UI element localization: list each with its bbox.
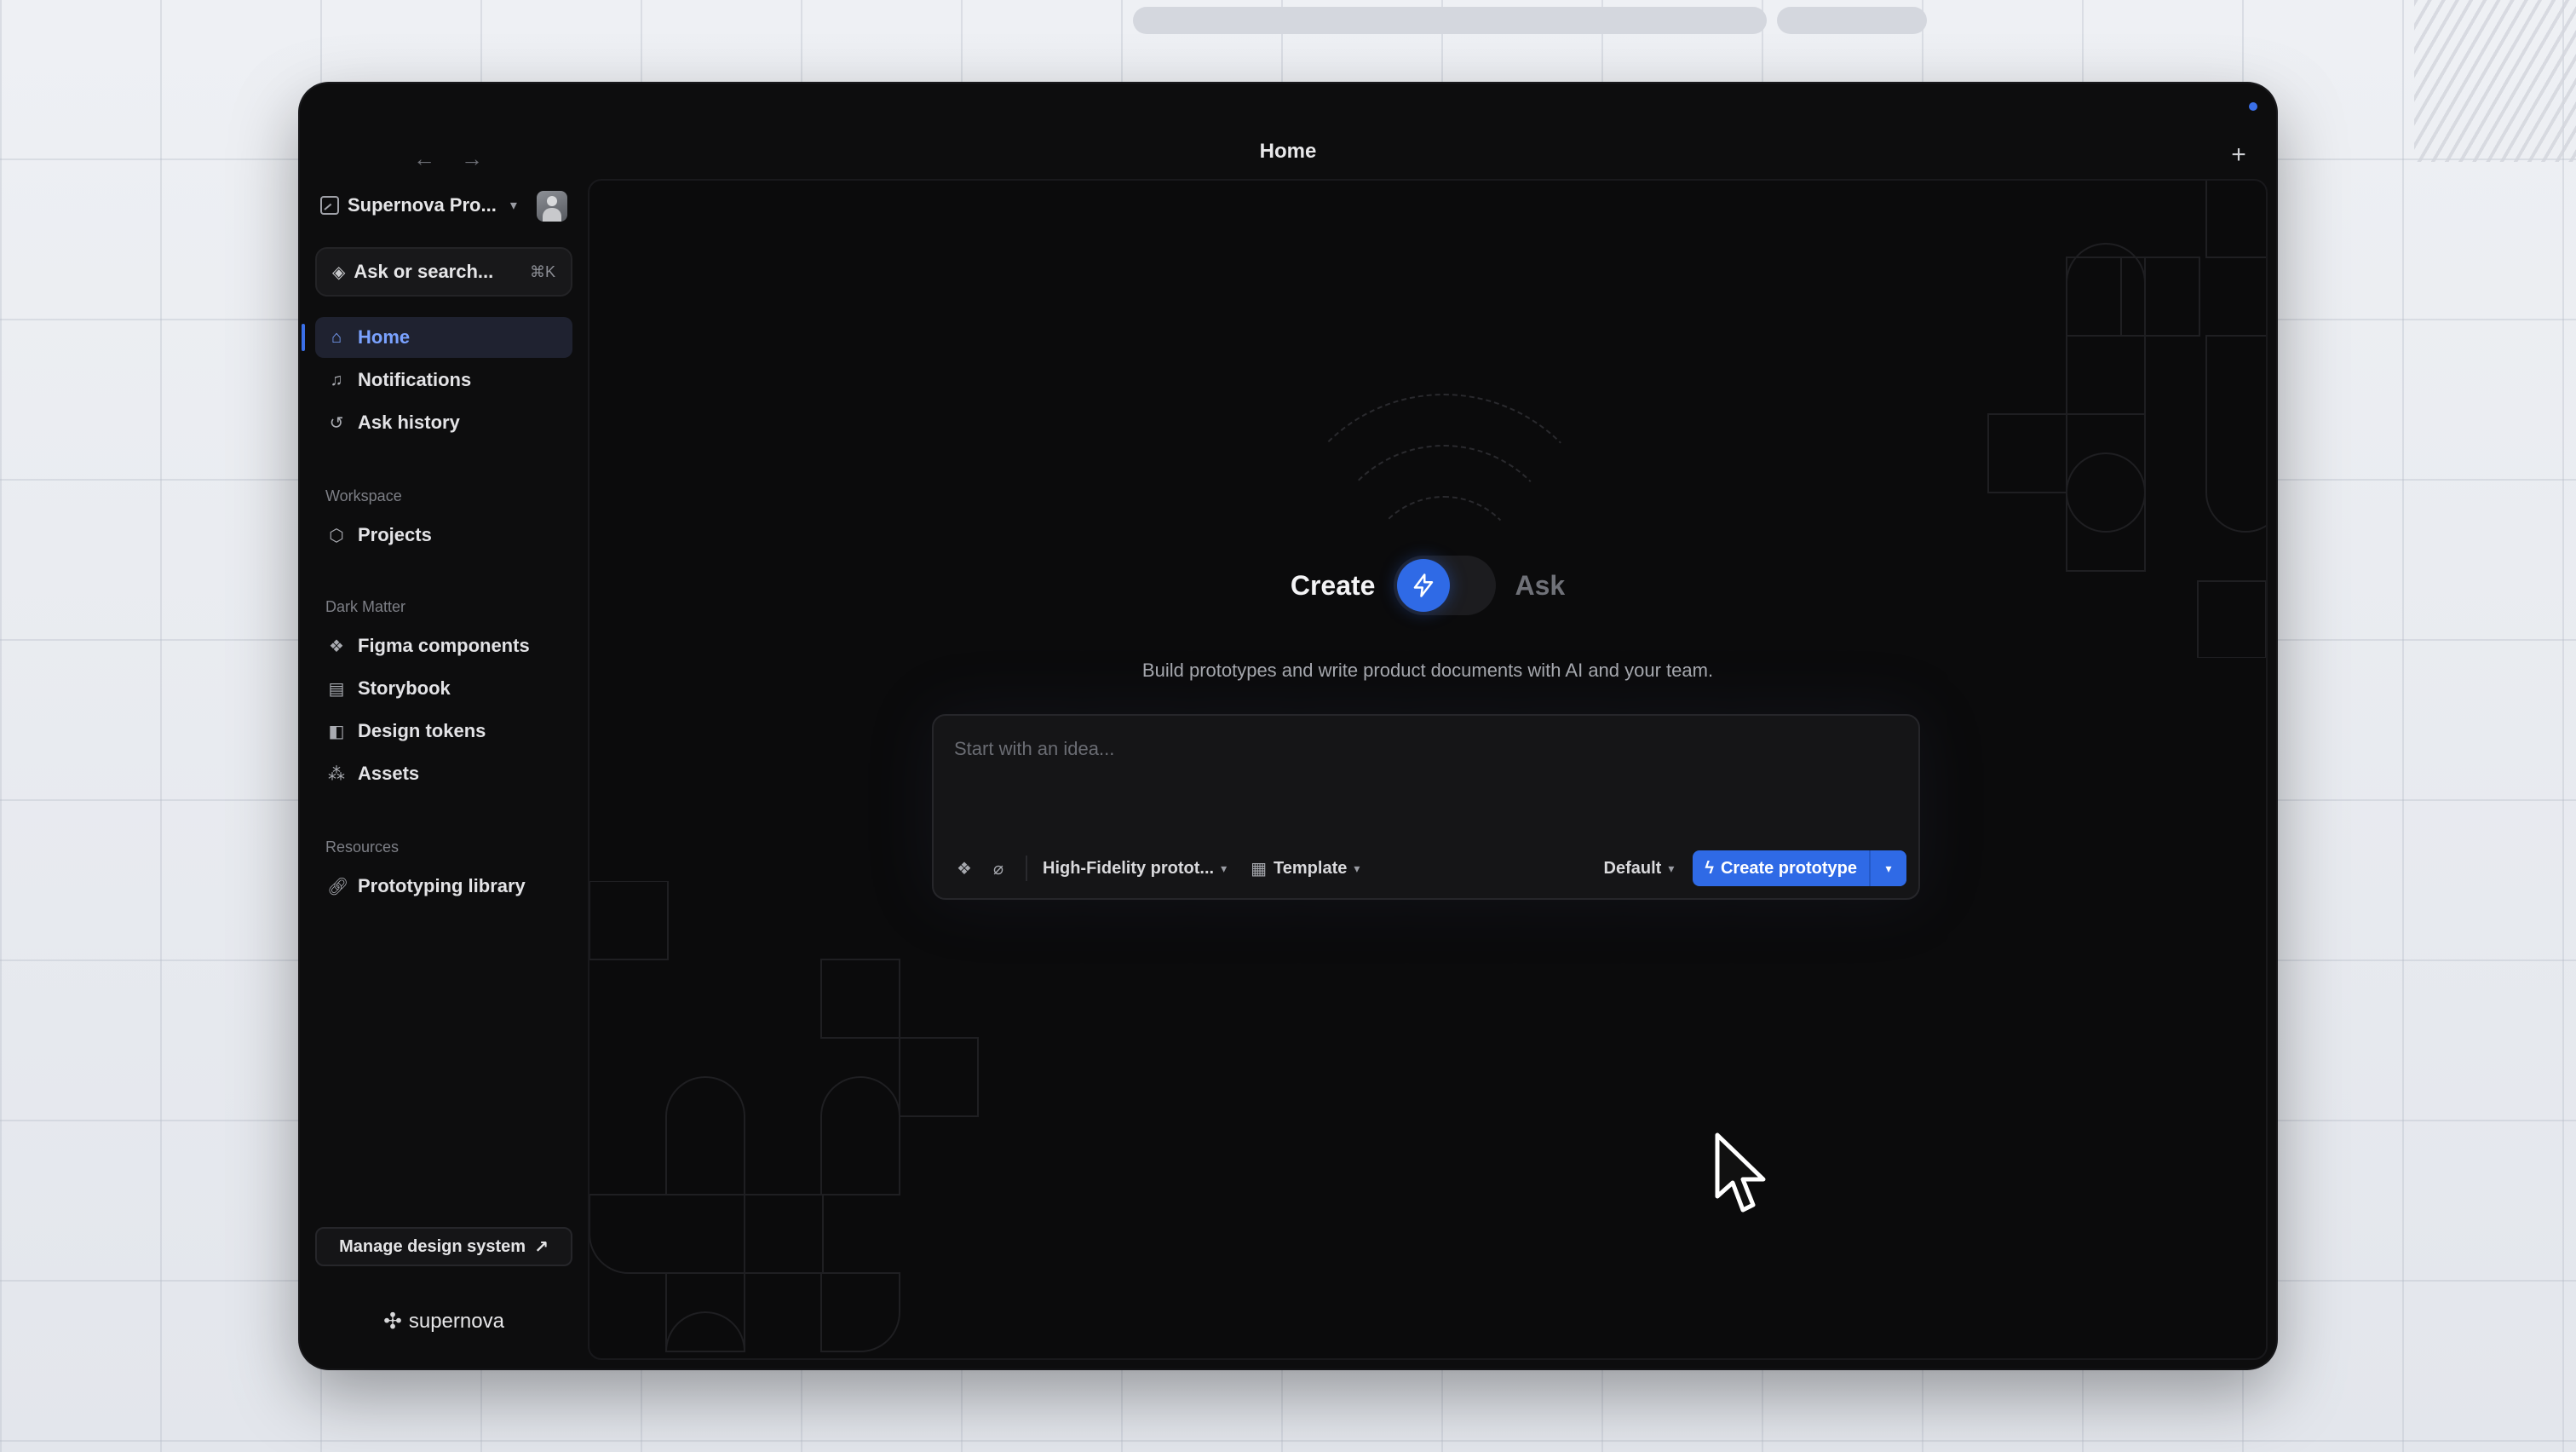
divider [1026, 856, 1027, 881]
lightning-icon: ϟ [1705, 858, 1714, 878]
sidebar-item-label: Assets [358, 763, 420, 784]
sidebar-item-label: Figma components [358, 635, 530, 656]
status-indicator [2249, 102, 2257, 111]
figma-icon[interactable]: ❖ [947, 851, 981, 885]
keyboard-shortcut: ⌘K [529, 262, 555, 280]
fidelity-select-label: High-Fidelity protot... [1043, 858, 1215, 878]
sidebar-item-assets[interactable]: ⁂ Assets [315, 753, 572, 794]
section-title-dark-matter: Dark Matter [325, 598, 406, 615]
section-title-workspace: Workspace [325, 487, 402, 504]
book-icon: ▤ [328, 679, 345, 699]
chevron-down-icon: ▾ [1668, 861, 1675, 875]
template-icon: ▦ [1251, 859, 1268, 879]
search-input[interactable]: ◈ Ask or search... ⌘K [315, 247, 572, 297]
search-placeholder: Ask or search... [354, 261, 494, 282]
title-bar: ← → Home + [300, 84, 2276, 179]
sidebar-item-label: Storybook [358, 677, 451, 699]
create-prototype-button-group: ϟ Create prototype ▾ [1693, 850, 1906, 886]
team-switcher[interactable]: Supernova Pro... ▾ [320, 184, 567, 227]
prompt-box[interactable]: Start with an idea... ❖ ⌀ High-Fidelity … [932, 714, 1920, 900]
sidebar-item-design-tokens[interactable]: ◧ Design tokens [315, 711, 572, 752]
bell-icon: ♫ [330, 370, 343, 389]
lightning-icon [1397, 559, 1451, 612]
cube-icon: ⬡ [329, 526, 344, 545]
brand-name: supernova [408, 1309, 504, 1333]
create-options-dropdown[interactable]: ▾ [1869, 850, 1906, 886]
sidebar-item-label: Ask history [358, 412, 460, 433]
section-title-resources: Resources [325, 838, 400, 856]
sidebar-item-home[interactable]: ⌂ Home [302, 317, 572, 358]
prompt-input[interactable]: Start with an idea... [954, 738, 1114, 760]
sidebar-item-label: Notifications [358, 369, 472, 390]
create-prototype-button[interactable]: ϟ Create prototype [1693, 850, 1869, 886]
sidebar-item-prototyping-library[interactable]: 🔗︎ Prototyping library [315, 866, 572, 907]
team-icon [320, 196, 339, 215]
main-panel: Create Ask Build prototypes and write pr… [588, 179, 2268, 1360]
mode-ask-label[interactable]: Ask [1515, 570, 1565, 602]
chevron-down-icon: ▾ [509, 199, 517, 213]
theme-select[interactable]: Default ▾ [1604, 859, 1675, 879]
assets-icon: ⁂ [328, 764, 345, 784]
sidebar-item-notifications[interactable]: ♫ Notifications [315, 360, 572, 400]
background-decoration [1777, 7, 1927, 34]
figma-icon: ❖ [329, 637, 344, 656]
supernova-logo-icon: ✣ [383, 1308, 402, 1334]
chevron-down-icon: ▾ [1354, 861, 1360, 875]
app-window: ← → Home + Supernova Pro... ▾ ◈ Ask or s… [300, 84, 2276, 1368]
manage-button-label: Manage design system [339, 1236, 526, 1256]
sparkle-icon: ◈ [332, 262, 346, 282]
sidebar-item-label: Projects [358, 524, 432, 545]
create-prototype-label: Create prototype [1720, 858, 1857, 878]
sidebar-item-storybook[interactable]: ▤ Storybook [315, 668, 572, 709]
sidebar-item-figma-components[interactable]: ❖ Figma components [315, 625, 572, 666]
mode-toggle-switch[interactable] [1394, 556, 1497, 615]
sidebar-item-label: Design tokens [358, 720, 486, 741]
history-icon: ↺ [329, 413, 344, 433]
template-select[interactable]: ▦ Template ▾ [1251, 858, 1360, 879]
external-link-icon: ↗ [534, 1237, 549, 1257]
theme-select-label: Default [1603, 858, 1662, 878]
hero-subtitle: Build prototypes and write product docum… [1141, 660, 1714, 681]
fidelity-select[interactable]: High-Fidelity protot... ▾ [1043, 859, 1227, 879]
home-icon: ⌂ [331, 327, 342, 347]
template-select-label: Template [1274, 858, 1348, 878]
hero: Create Ask Build prototypes and write pr… [589, 181, 2266, 1358]
background-decoration [1133, 7, 1767, 34]
manage-design-system-button[interactable]: Manage design system ↗ [315, 1227, 572, 1266]
plus-icon[interactable]: + [2222, 138, 2256, 172]
link-icon: 🔗︎ [327, 877, 349, 896]
mode-create-label[interactable]: Create [1291, 570, 1376, 602]
chevron-down-icon: ▾ [1221, 861, 1228, 875]
paperclip-icon[interactable]: ⌀ [981, 851, 1015, 885]
mouse-cursor-icon [1715, 1132, 1766, 1213]
sidebar-item-ask-history[interactable]: ↺ Ask history [315, 402, 572, 443]
background-hatch [2414, 0, 2576, 162]
sidebar-item-projects[interactable]: ⬡ Projects [315, 515, 572, 556]
brand-logo: ✣ supernova [300, 1308, 588, 1334]
mode-toggle: Create Ask [589, 556, 2266, 615]
avatar[interactable] [537, 191, 567, 222]
tokens-icon: ◧ [328, 722, 345, 741]
team-name: Supernova Pro... [348, 194, 497, 216]
prompt-toolbar: ❖ ⌀ High-Fidelity protot... ▾ ▦ Template… [947, 850, 1906, 886]
sidebar-item-label: Home [358, 326, 411, 348]
window-title: Home [1259, 140, 1317, 163]
sidebar-item-label: Prototyping library [358, 875, 526, 896]
